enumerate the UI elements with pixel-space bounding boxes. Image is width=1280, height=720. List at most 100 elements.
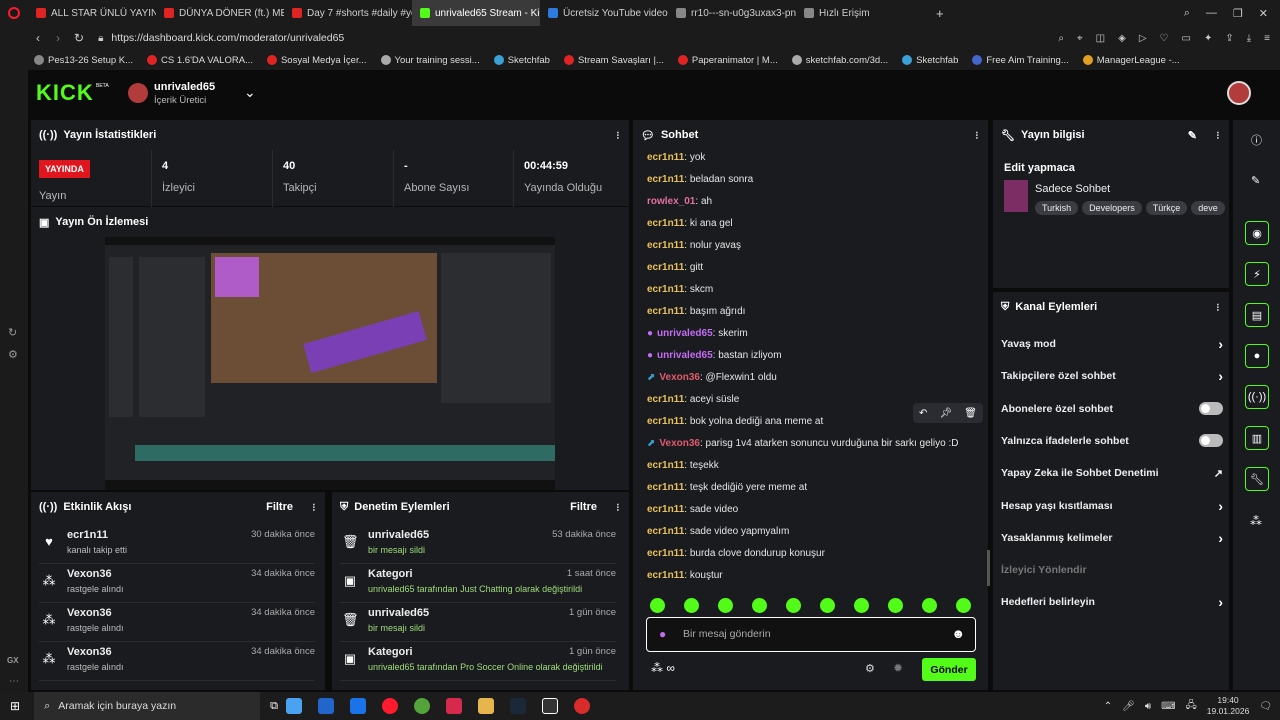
send-button[interactable]: Gönder — [922, 658, 976, 681]
chat-username[interactable]: ecr1n11 — [647, 218, 684, 229]
channel-action-item[interactable]: İzleyici Yönlendir — [1001, 559, 1223, 581]
toggle-switch[interactable] — [1199, 434, 1223, 448]
chat-username[interactable]: ecr1n11 — [647, 394, 684, 405]
chat-username[interactable]: ecr1n11 — [647, 174, 684, 185]
more-options-icon[interactable]: ··· — [611, 131, 623, 139]
taskbar-search[interactable]: ⌕ Aramak için buraya yazın — [34, 692, 261, 720]
reply-icon[interactable]: ↶ — [919, 408, 927, 419]
task-view-icon[interactable]: ⧉ — [270, 700, 278, 713]
chat-username[interactable]: ecr1n11 — [647, 548, 684, 559]
points-icon[interactable]: ⁂ — [1250, 514, 1262, 528]
channel-action-item[interactable]: Yasaklanmış kelimeler › — [1001, 527, 1223, 549]
bookmark-item[interactable]: Your training sessi... — [380, 55, 480, 66]
copilot-icon[interactable] — [285, 698, 302, 714]
more-options-icon[interactable]: ··· — [1211, 303, 1223, 311]
stream-tag[interactable]: Turkish — [1035, 201, 1079, 215]
browser-tab[interactable]: Hızlı Erişim — [796, 0, 924, 26]
bookmark-item[interactable]: CS 1.6'DA VALORA... — [147, 55, 253, 66]
snapshot-icon[interactable]: ◫ — [1096, 33, 1105, 44]
mic-icon[interactable]: 🎤︎ — [1122, 701, 1135, 712]
chat-message[interactable]: ecr1n11: gitt — [647, 262, 703, 273]
badge-icon[interactable]: ✹ — [893, 661, 903, 675]
filter-button[interactable]: Filtre — [570, 501, 597, 513]
chat-message[interactable]: ecr1n11: sade video yapmyalım — [647, 526, 789, 537]
lightning-icon[interactable]: ⚡︎ — [1245, 262, 1269, 286]
chat-username[interactable]: ecr1n11 — [647, 240, 684, 251]
bookmark-item[interactable]: Sketchfab — [902, 55, 958, 66]
chat-message[interactable]: ecr1n11: aceyi süsle — [647, 394, 739, 405]
search-tabs-icon[interactable]: ⌕ — [1184, 7, 1190, 20]
chat-message[interactable]: ecr1n11: bok yolna dediği ana meme at — [647, 416, 823, 427]
category-name[interactable]: Sadece Sohbet — [1035, 183, 1110, 195]
points-icon[interactable]: ⁂ ∞ — [651, 661, 675, 675]
chat-username[interactable]: Vexon36 — [659, 372, 700, 383]
channel-action-item[interactable]: Yapay Zeka ile Sohbet Denetimi ↗ — [1001, 462, 1223, 484]
file-explorer-icon[interactable] — [477, 698, 494, 714]
window-icon[interactable]: ▥ — [1245, 426, 1269, 450]
chevron-down-icon[interactable]: ⌄ — [244, 84, 256, 101]
steam-icon[interactable] — [509, 698, 526, 714]
extensions-icon[interactable]: ✦ — [1204, 33, 1212, 44]
stream-tag[interactable]: Türkçe — [1145, 201, 1188, 215]
play-icon[interactable]: ▷ — [1139, 33, 1147, 44]
share-icon[interactable]: ⇪ — [1225, 33, 1233, 44]
emote-button[interactable] — [820, 598, 835, 613]
gx-icon[interactable]: GX — [7, 656, 19, 665]
pin-icon[interactable]: ⌖ — [1077, 33, 1083, 44]
activity-item[interactable]: ♥ ecr1n11 kanalı takip etti 30 dakika önce — [39, 526, 315, 564]
browser-tab[interactable]: unrivaled65 Stream - Kick — [412, 0, 540, 26]
wrench-icon[interactable]: 🔧︎ — [1245, 467, 1269, 491]
chat-bubble-icon[interactable]: ● — [1245, 344, 1269, 368]
info-icon[interactable]: ⓘ — [1251, 132, 1262, 148]
bookmark-item[interactable]: Pes13-26 Setup K... — [34, 55, 133, 66]
moderation-item[interactable]: 🗑︎ unrivaled65 bir mesajı sildi 53 dakika ö… — [340, 526, 616, 564]
sidebar-crypto-icon[interactable]: ⚙ — [8, 348, 18, 361]
channel-action-item[interactable]: Abonelere özel sohbet — [1001, 398, 1223, 420]
camera-icon[interactable]: ◉ — [1245, 221, 1269, 245]
emote-button[interactable] — [718, 598, 733, 613]
download-icon[interactable]: ⤓ — [1247, 33, 1251, 44]
close-window-icon[interactable]: ✕ — [1259, 7, 1268, 20]
chat-username[interactable]: ecr1n11 — [647, 526, 684, 537]
network-icon[interactable]: 🖧 — [1186, 698, 1197, 715]
more-options-icon[interactable]: ··· — [307, 503, 319, 511]
stream-tag[interactable]: Developers — [1082, 201, 1142, 215]
pin-message-icon[interactable]: 📌︎ — [939, 408, 952, 419]
more-options-icon[interactable]: ··· — [611, 503, 623, 511]
emote-button[interactable] — [854, 598, 869, 613]
bookmark-item[interactable]: Paperanimator | M... — [677, 55, 778, 66]
stream-tag[interactable]: deve — [1191, 201, 1225, 215]
cube-icon[interactable]: ◈ — [1118, 33, 1126, 44]
filter-button[interactable]: Filtre — [266, 501, 293, 513]
chat-message[interactable]: ecr1n11: beladan sonra — [647, 174, 753, 185]
chat-username[interactable]: rowlex_01 — [647, 196, 695, 207]
emote-button[interactable] — [752, 598, 767, 613]
zoom-icon[interactable]: ⌕ — [1058, 33, 1064, 44]
toggle-switch[interactable] — [1199, 402, 1223, 416]
activity-item[interactable]: ⁂ Vexon36 rastgele alındı 34 dakika önce — [39, 643, 315, 681]
chat-message[interactable]: ecr1n11: teşekk — [647, 460, 719, 471]
chat-input[interactable]: ● Bir mesaj gönderin ☻ — [646, 617, 976, 652]
volume-icon[interactable]: 🔊︎ — [1145, 701, 1151, 712]
opera-gx-icon[interactable] — [381, 698, 398, 714]
notes-icon[interactable]: ▤ — [1245, 303, 1269, 327]
heart-icon[interactable]: ♡ — [1160, 33, 1169, 44]
channel-action-item[interactable]: Yalnızca ifadelerle sohbet — [1001, 430, 1223, 452]
chat-message[interactable]: ● unrivaled65: bastan izliyom — [647, 350, 782, 361]
chat-message[interactable]: ecr1n11: nolur yavaş — [647, 240, 741, 251]
chat-username[interactable]: ecr1n11 — [647, 284, 684, 295]
bookmark-item[interactable]: ManagerLeague -... — [1082, 55, 1180, 66]
url-field[interactable]: https://dashboard.kick.com/moderator/unr… — [111, 32, 344, 44]
chat-message[interactable]: ecr1n11: ki ana gel — [647, 218, 733, 229]
kick-logo[interactable]: KICK — [36, 80, 94, 106]
sidebar-more-icon[interactable]: ⋯ — [9, 676, 19, 687]
bookmark-item[interactable]: Stream Savaşları |... — [563, 55, 664, 66]
pencil-icon[interactable]: ✎ — [1251, 174, 1260, 187]
reload-icon[interactable]: ↻ — [74, 31, 84, 45]
forward-icon[interactable]: › — [56, 31, 60, 45]
chat-message[interactable]: ecr1n11: kouştur — [647, 570, 723, 581]
tray-chevron-icon[interactable]: ⌃ — [1104, 701, 1112, 712]
chat-message[interactable]: ecr1n11: teşk dediğiö yere meme at — [647, 482, 807, 493]
chat-username[interactable]: unrivaled65 — [657, 350, 713, 361]
avatar[interactable] — [128, 83, 148, 103]
